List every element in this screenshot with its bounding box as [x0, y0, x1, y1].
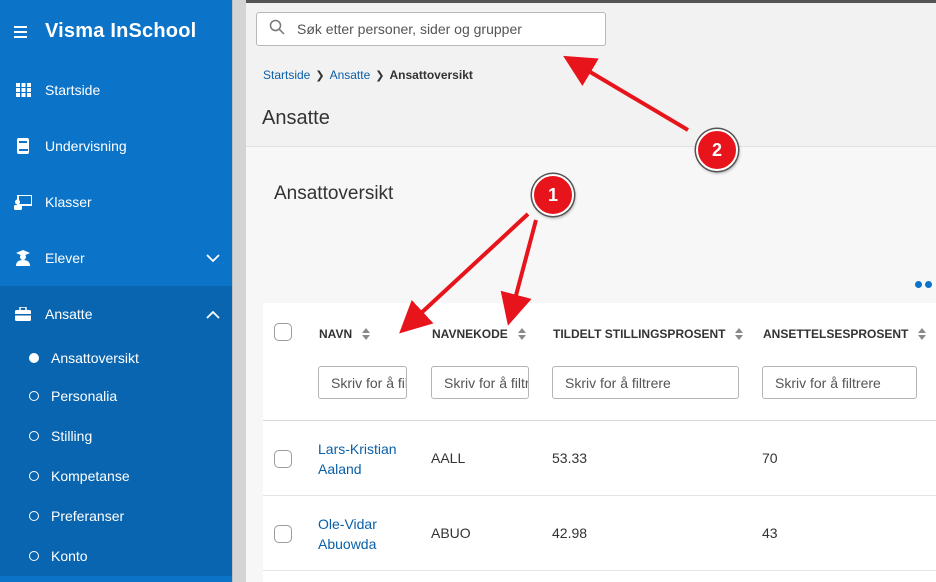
breadcrumb-link-ansatte[interactable]: Ansatte [330, 68, 371, 82]
row-checkbox[interactable] [274, 525, 292, 543]
breadcrumb-current: Ansattoversikt [389, 68, 473, 82]
filter-input-tildelt-stillingsprosent[interactable] [552, 366, 739, 399]
employee-table: NAVN NAVNEKODE TILDELT STILLINGSPROSENT … [263, 303, 936, 582]
sort-icon[interactable] [517, 328, 526, 340]
breadcrumb: Startside ❯ Ansatte ❯ Ansattoversikt [263, 68, 473, 82]
brand-bar: Visma InSchool [0, 0, 232, 62]
column-label: NAVNEKODE [432, 327, 508, 341]
subnav-item-kompetanse[interactable]: Kompetanse [0, 456, 232, 496]
sort-icon[interactable] [735, 328, 744, 340]
book-icon [14, 138, 32, 154]
column-header-tildelt-stillingsprosent[interactable]: TILDELT STILLINGSPROSENT [553, 327, 744, 341]
subnav-label: Preferanser [51, 508, 125, 524]
card-title: Ansattoversikt [274, 183, 394, 204]
subnav-item-preferanser[interactable]: Preferanser [0, 496, 232, 536]
sidebar-item-label: Elever [45, 250, 85, 266]
name-line: Aaland [318, 461, 362, 477]
circle-icon [29, 471, 39, 481]
more-options-icon[interactable] [915, 281, 932, 288]
column-label: TILDELT STILLINGSPROSENT [553, 327, 726, 341]
topbar [246, 0, 936, 58]
chevron-right-icon: ❯ [315, 69, 325, 82]
employee-overview-card: Ansattoversikt NAVN NAVNEKODE TILDELT ST… [246, 147, 936, 582]
sidebar: Visma InSchool Startside Undervisning Kl… [0, 0, 232, 582]
employee-name-link[interactable]: Ole-Vidar Abuowda [318, 514, 413, 554]
subnav-label: Ansattoversikt [51, 350, 139, 366]
table-header: NAVN NAVNEKODE TILDELT STILLINGSPROSENT … [263, 303, 936, 421]
breadcrumb-link-startside[interactable]: Startside [263, 68, 310, 82]
filter-input-navn[interactable] [318, 366, 407, 399]
column-header-ansettelsesprosent[interactable]: ANSETTELSESPROSENT [763, 327, 927, 341]
cell-ansettelse: 43 [762, 525, 778, 541]
cell-ansettelse: 70 [762, 450, 778, 466]
chevron-up-icon[interactable] [206, 306, 220, 322]
circle-icon [29, 511, 39, 521]
chevron-right-icon: ❯ [375, 69, 385, 82]
sidebar-item-label: Undervisning [45, 138, 127, 154]
subnav-item-ansattoversikt[interactable]: Ansattoversikt [0, 340, 232, 376]
table-row[interactable]: Lars-Kristian Aaland AALL 53.33 70 [263, 421, 936, 496]
circle-icon [29, 551, 39, 561]
select-all-checkbox[interactable] [274, 323, 292, 341]
column-label: NAVN [319, 327, 353, 341]
search-icon [269, 19, 285, 40]
sidebar-item-ansatte[interactable]: Ansatte [0, 286, 232, 342]
sidebar-item-elever[interactable]: Elever [0, 230, 232, 286]
briefcase-icon [14, 306, 32, 322]
circle-icon [29, 391, 39, 401]
page-title: Ansatte [262, 107, 330, 129]
filter-input-ansettelsesprosent[interactable] [762, 366, 917, 399]
cell-navnekode: AALL [431, 450, 466, 466]
column-header-navn[interactable]: NAVN [319, 327, 371, 341]
sidebar-scrollbar[interactable] [232, 0, 246, 582]
annotation-badge-2: 2 [696, 129, 738, 171]
subnav-label: Konto [51, 548, 88, 564]
sidebar-item-klasser[interactable]: Klasser [0, 174, 232, 230]
employee-name-link[interactable]: Lars-Kristian Aaland [318, 439, 413, 479]
column-header-navnekode[interactable]: NAVNEKODE [432, 327, 526, 341]
sidebar-item-startside[interactable]: Startside [0, 62, 232, 118]
sidebar-item-label: Ansatte [45, 306, 93, 322]
sort-icon[interactable] [918, 328, 927, 340]
row-checkbox[interactable] [274, 450, 292, 468]
subnav-item-personalia[interactable]: Personalia [0, 376, 232, 416]
filter-input-navnekode[interactable] [431, 366, 529, 399]
name-line: Lars-Kristian [318, 441, 397, 457]
sidebar-item-label: Startside [45, 82, 101, 98]
student-icon [14, 250, 32, 266]
sort-icon[interactable] [362, 328, 371, 340]
app-title: Visma InSchool [45, 19, 197, 42]
classroom-icon [14, 194, 32, 210]
name-line: Abuowda [318, 536, 377, 552]
name-line: Ole-Vidar [318, 516, 377, 532]
cell-tildelt: 53.33 [552, 450, 588, 466]
arrow-to-search [563, 55, 690, 132]
grid-icon [14, 82, 32, 98]
subnav-item-stilling[interactable]: Stilling [0, 416, 232, 456]
annotation-badge-1: 1 [532, 174, 574, 216]
subnav-label: Kompetanse [51, 468, 130, 484]
subnav-label: Personalia [51, 388, 118, 404]
column-label: ANSETTELSESPROSENT [763, 327, 909, 341]
ansatte-subnav: Ansattoversikt Personalia Stilling Kompe… [0, 340, 232, 576]
sidebar-item-undervisning[interactable]: Undervisning [0, 118, 232, 174]
subnav-label: Stilling [51, 428, 93, 444]
search-input[interactable] [297, 21, 597, 37]
sidebar-item-label: Klasser [45, 194, 92, 210]
hamburger-menu-icon[interactable] [14, 25, 28, 38]
circle-icon [29, 431, 39, 441]
global-search[interactable] [256, 12, 606, 46]
cell-tildelt: 42.98 [552, 525, 588, 541]
chevron-down-icon[interactable] [206, 250, 220, 266]
selected-dot-icon [29, 353, 39, 363]
cell-navnekode: ABUO [431, 525, 471, 541]
subnav-item-konto[interactable]: Konto [0, 536, 232, 576]
table-row[interactable]: Ole-Vidar Abuowda ABUO 42.98 43 [263, 496, 936, 571]
